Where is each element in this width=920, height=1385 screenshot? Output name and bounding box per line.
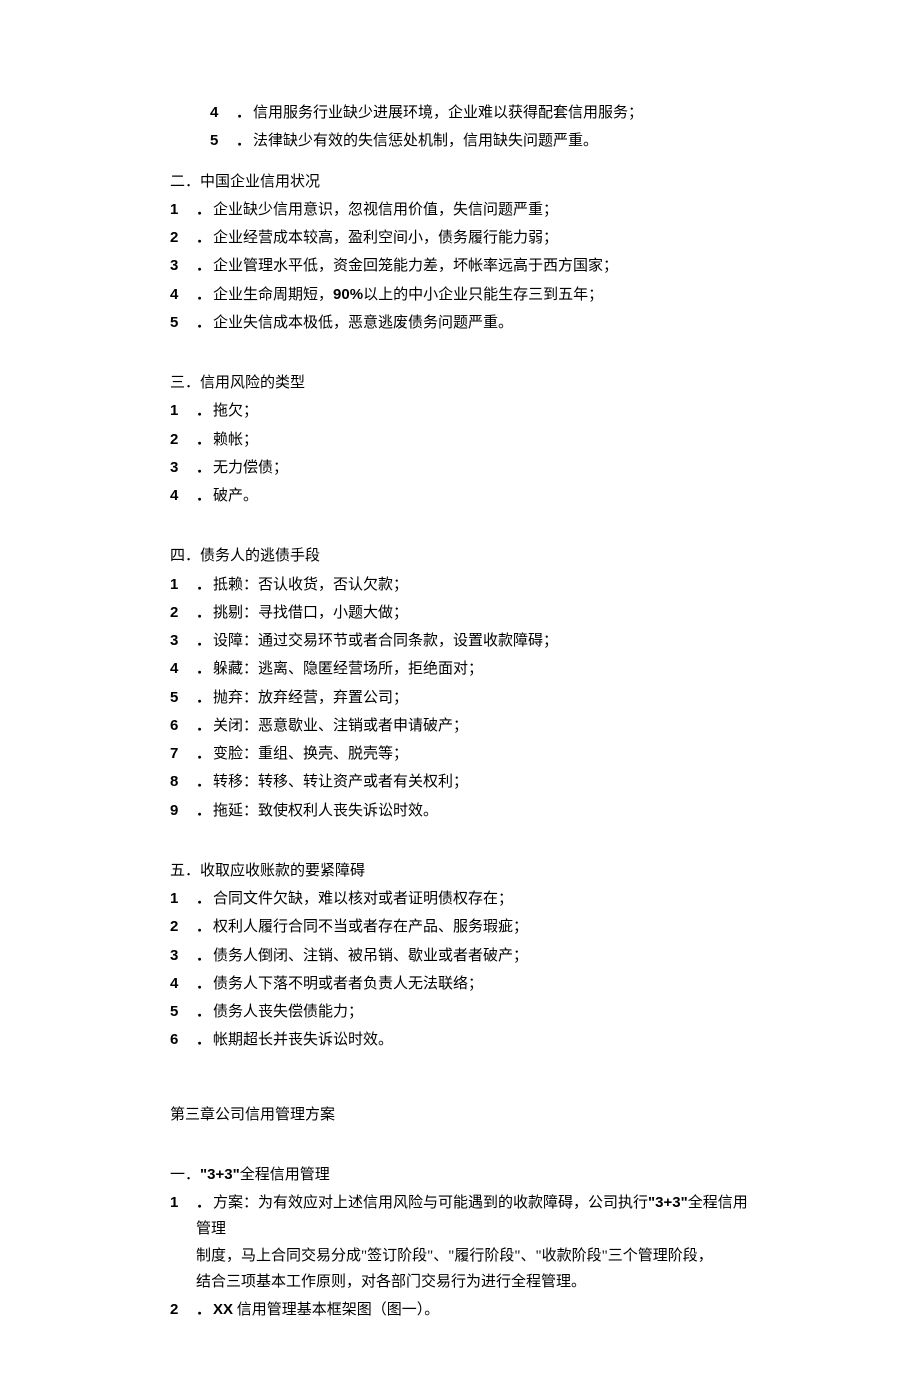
item-number: 3	[170, 455, 196, 481]
item-text: ．挑剔：寻找借口，小题大做；	[196, 600, 750, 626]
item-number: 3	[170, 253, 196, 279]
item-text: ．抛弃：放弃经营，弃置公司；	[196, 685, 750, 711]
item-text: ．抵赖：否认收货，否认欠款；	[196, 572, 750, 598]
item-number: 5	[170, 310, 196, 336]
item-text: ．企业缺少信用意识，忽视信用价值，失信问题严重；	[196, 197, 750, 223]
item-number: 5	[170, 685, 196, 711]
section-5-list: 1．合同文件欠缺，难以核对或者证明债权存在； 2．权利人履行合同不当或者存在产品…	[170, 886, 750, 1054]
item-number: 1	[170, 572, 196, 598]
list-item: 7．变脸：重组、换壳、脱壳等；	[170, 741, 750, 767]
item-text: ．破产。	[196, 483, 750, 509]
chapter-3-section-1-list: 1 ．方案：为有效应对上述信用风险与可能遇到的收款障碍，公司执行"3+3"全程信…	[170, 1190, 750, 1323]
list-item: 2．权利人履行合同不当或者存在产品、服务瑕疵；	[170, 914, 750, 940]
item-text: ．企业管理水平低，资金回笼能力差，坏帐率远高于西方国家；	[196, 253, 750, 279]
item-text: ．拖延：致使权利人丧失诉讼时效。	[196, 798, 750, 824]
item-number: 2	[170, 600, 196, 626]
list-item: 4 ．信用服务行业缺少进展环境，企业难以获得配套信用服务；	[170, 100, 750, 126]
item-number: 3	[170, 943, 196, 969]
section-5-heading: 五．收取应收账款的要紧障碍	[170, 858, 750, 884]
item-text: ．转移：转移、转让资产或者有关权利；	[196, 769, 750, 795]
item-text: ．合同文件欠缺，难以核对或者证明债权存在；	[196, 886, 750, 912]
list-item: 4 ．破产。	[170, 483, 750, 509]
item-number: 4	[170, 483, 196, 509]
section-3-list: 1 ．拖欠； 2 ．赖帐； 3 ．无力偿债； 4 ．破产。	[170, 398, 750, 509]
item-number: 4	[170, 282, 196, 308]
list-item: 5 ．法律缺少有效的失信惩处机制，信用缺失问题严重。	[170, 128, 750, 154]
item-text: ．法律缺少有效的失信惩处机制，信用缺失问题严重。	[236, 128, 750, 154]
list-item: 4．躲藏：逃离、隐匿经营场所，拒绝面对；	[170, 656, 750, 682]
list-item: 8．转移：转移、转让资产或者有关权利；	[170, 769, 750, 795]
list-item: 5 ．企业失信成本极低，恶意逃废债务问题严重。	[170, 310, 750, 336]
list-item: 3．设障：通过交易环节或者合同条款，设置收款障碍；	[170, 628, 750, 654]
list-item: 4 ．企业生命周期短，90%以上的中小企业只能生存三到五年；	[170, 282, 750, 308]
item-number: 5	[210, 128, 236, 154]
item-text: ．企业生命周期短，90%以上的中小企业只能生存三到五年；	[196, 282, 750, 308]
chapter-3-section-1-heading: 一．"3+3"全程信用管理	[170, 1162, 750, 1188]
item-number: 2	[170, 427, 196, 453]
item-number: 7	[170, 741, 196, 767]
item-number: 1	[170, 886, 196, 912]
list-item: 5．抛弃：放弃经营，弃置公司；	[170, 685, 750, 711]
item-text: ．关闭：恶意歇业、注销或者申请破产；	[196, 713, 750, 739]
item-text: ．信用服务行业缺少进展环境，企业难以获得配套信用服务；	[236, 100, 750, 126]
list-item: 2 ．企业经营成本较高，盈利空间小，债务履行能力弱；	[170, 225, 750, 251]
item-text: ．帐期超长并丧失诉讼时效。	[196, 1027, 750, 1053]
item-text: ．企业经营成本较高，盈利空间小，债务履行能力弱；	[196, 225, 750, 251]
section-one-continuation: 4 ．信用服务行业缺少进展环境，企业难以获得配套信用服务； 5 ．法律缺少有效的…	[170, 100, 750, 155]
item-text: ．赖帐；	[196, 427, 750, 453]
list-item: 2．挑剔：寻找借口，小题大做；	[170, 600, 750, 626]
list-item: 3．债务人倒闭、注销、被吊销、歇业或者者破产；	[170, 943, 750, 969]
item-text: ．拖欠；	[196, 398, 750, 424]
item-text: ．债务人丧失偿债能力；	[196, 999, 750, 1025]
item-number: 1	[170, 398, 196, 424]
item-text: ．设障：通过交易环节或者合同条款，设置收款障碍；	[196, 628, 750, 654]
list-item: 5．债务人丧失偿债能力；	[170, 999, 750, 1025]
item-number: 2	[170, 225, 196, 251]
item-number: 1	[170, 197, 196, 223]
list-item: 6．关闭：恶意歇业、注销或者申请破产；	[170, 713, 750, 739]
list-item: 1．合同文件欠缺，难以核对或者证明债权存在；	[170, 886, 750, 912]
list-item: 6．帐期超长并丧失诉讼时效。	[170, 1027, 750, 1053]
section-2-heading: 二．中国企业信用状况	[170, 169, 750, 195]
item-number: 4	[210, 100, 236, 126]
item-number: 4	[170, 656, 196, 682]
section-2-list: 1 ．企业缺少信用意识，忽视信用价值，失信问题严重； 2 ．企业经营成本较高，盈…	[170, 197, 750, 336]
item-text: ．企业失信成本极低，恶意逃废债务问题严重。	[196, 310, 750, 336]
item-text: ．债务人倒闭、注销、被吊销、歇业或者者破产；	[196, 943, 750, 969]
item-number: 6	[170, 1027, 196, 1053]
list-item: 4．债务人下落不明或者者负责人无法联络；	[170, 971, 750, 997]
item-number: 1	[170, 1190, 196, 1295]
item-number: 2	[170, 914, 196, 940]
section-4-list: 1．抵赖：否认收货，否认欠款； 2．挑剔：寻找借口，小题大做； 3．设障：通过交…	[170, 572, 750, 824]
item-text: ．无力偿债；	[196, 455, 750, 481]
item-text: ．躲藏：逃离、隐匿经营场所，拒绝面对；	[196, 656, 750, 682]
item-number: 5	[170, 999, 196, 1025]
list-item: 9．拖延：致使权利人丧失诉讼时效。	[170, 798, 750, 824]
chapter-3-heading: 第三章公司信用管理方案	[170, 1102, 750, 1128]
item-number: 8	[170, 769, 196, 795]
item-text: ．债务人下落不明或者者负责人无法联络；	[196, 971, 750, 997]
item-number: 4	[170, 971, 196, 997]
item-text: ．方案：为有效应对上述信用风险与可能遇到的收款障碍，公司执行"3+3"全程信用管…	[196, 1190, 750, 1295]
list-item: 1 ．方案：为有效应对上述信用风险与可能遇到的收款障碍，公司执行"3+3"全程信…	[170, 1190, 750, 1295]
list-item: 3 ．企业管理水平低，资金回笼能力差，坏帐率远高于西方国家；	[170, 253, 750, 279]
list-item: 1 ．企业缺少信用意识，忽视信用价值，失信问题严重；	[170, 197, 750, 223]
section-4-heading: 四．债务人的逃债手段	[170, 543, 750, 569]
item-number: 6	[170, 713, 196, 739]
item-number: 9	[170, 798, 196, 824]
list-item: 1．抵赖：否认收货，否认欠款；	[170, 572, 750, 598]
list-item: 2 ．赖帐；	[170, 427, 750, 453]
item-number: 3	[170, 628, 196, 654]
item-text: ．变脸：重组、换壳、脱壳等；	[196, 741, 750, 767]
section-3-heading: 三．信用风险的类型	[170, 370, 750, 396]
list-item: 3 ．无力偿债；	[170, 455, 750, 481]
item-text: ．权利人履行合同不当或者存在产品、服务瑕疵；	[196, 914, 750, 940]
list-item: 1 ．拖欠；	[170, 398, 750, 424]
